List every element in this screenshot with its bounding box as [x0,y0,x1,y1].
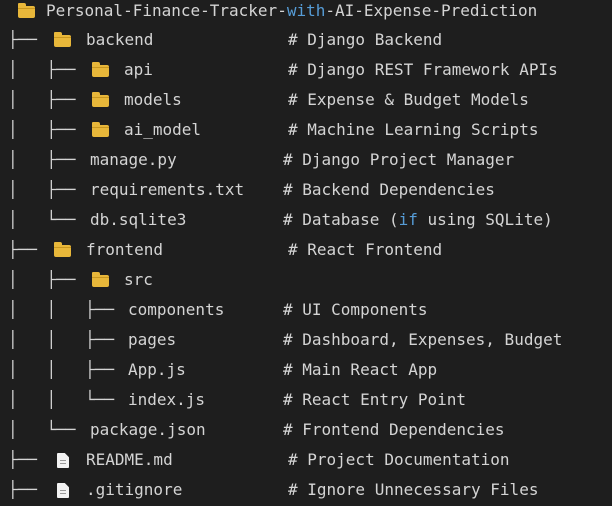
tree-branch-prefix: │ ├── [8,150,86,169]
tree-branch-prefix: │ │ ├── [8,360,124,379]
folder-name[interactable]: backend [86,25,153,55]
tree-branch-prefix: │ │ ├── [8,300,124,319]
folder-icon [54,242,71,257]
tree-comment: # Ignore Unnecessary Files [288,480,539,499]
folder-icon [18,3,35,18]
file-name[interactable]: index.js [128,385,205,415]
tree-comment: # Django Backend [288,30,443,49]
tree-branch-prefix: │ ├── [8,90,86,109]
root-name-start: Personal-Finance-Tracker- [46,1,287,20]
folder-name[interactable]: api [124,55,153,85]
folder-name[interactable]: ai_model [124,115,201,145]
folder-icon [92,92,109,107]
tree-comment: # Django Project Manager [283,150,515,169]
comment-keyword: if [398,210,418,229]
root-folder-name: Personal-Finance-Tracker-with-AI-Expense… [46,0,537,26]
folder-icon [92,272,109,287]
file-name[interactable]: App.js [128,355,186,385]
tree-branch-prefix: │ │ ├── [8,330,124,349]
tree-branch-prefix: │ ├── [8,120,86,139]
project-structure-tree: Personal-Finance-Tracker-with-AI-Expense… [0,0,612,506]
tree-comment: # Expense & Budget Models [288,90,529,109]
file-name[interactable]: pages [128,325,176,355]
tree-branch-prefix: │ │ └── [8,390,124,409]
tree-comment: # UI Components [283,300,428,319]
file-icon [57,453,69,468]
folder-icon [54,32,71,47]
tree-branch-prefix: │ ├── [8,180,86,199]
root-name-keyword: with [286,1,326,20]
file-name[interactable]: .gitignore [86,475,182,505]
file-name[interactable]: db.sqlite3 [90,205,186,235]
tree-root-row: Personal-Finance-Tracker-with-AI-Expense… [0,0,537,26]
tree-branch-prefix: │ └── [8,210,86,229]
tree-comment: # Machine Learning Scripts [288,120,539,139]
comment-text: using SQLite) [417,210,553,229]
tree-comment: # React Frontend [288,240,443,259]
tree-comment: # Main React App [283,360,438,379]
file-icon [57,483,69,498]
root-name-end: -AI-Expense-Prediction [325,1,538,20]
tree-comment: # Database (if using SQLite) [283,205,553,235]
comment-text: # Database ( [283,210,399,229]
tree-branch-prefix: ├── [8,30,47,49]
tree-comment: # Backend Dependencies [283,180,495,199]
tree-branch-prefix: ├── [8,450,47,469]
tree-comment: # Project Documentation [288,450,510,469]
folder-name[interactable]: frontend [86,235,163,265]
tree-branch-prefix: ├── [8,240,47,259]
file-name[interactable]: package.json [90,415,206,445]
tree-branch-prefix: ├── [8,480,47,499]
tree-comment: # Dashboard, Expenses, Budget [283,330,563,349]
folder-name[interactable]: src [124,265,153,295]
file-name[interactable]: components [128,295,224,325]
tree-comment: # Django REST Framework APIs [288,60,558,79]
folder-name[interactable]: models [124,85,182,115]
file-name[interactable]: README.md [86,445,173,475]
file-name[interactable]: requirements.txt [90,175,244,205]
folder-icon [92,62,109,77]
tree-comment: # Frontend Dependencies [283,420,505,439]
tree-branch-prefix: │ ├── [8,270,86,289]
file-name[interactable]: manage.py [90,145,177,175]
tree-branch-prefix: │ ├── [8,60,86,79]
tree-branch-prefix: │ └── [8,420,86,439]
tree-comment: # React Entry Point [283,390,467,409]
folder-icon [92,122,109,137]
